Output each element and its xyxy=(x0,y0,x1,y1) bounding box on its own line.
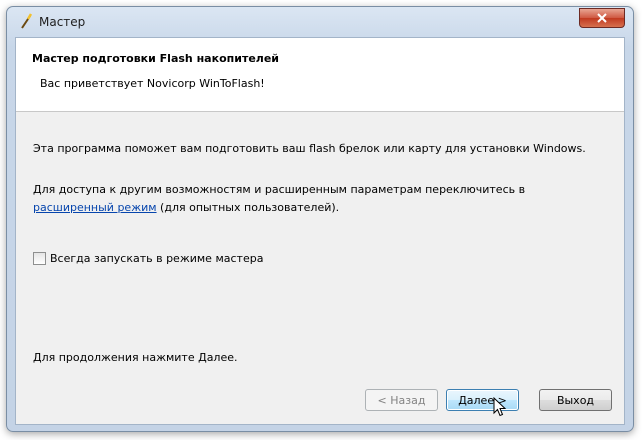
advanced-text-line1: Для доступа к другим возможностям и расш… xyxy=(33,183,526,196)
next-button[interactable]: Далее > xyxy=(446,389,519,411)
always-wizard-label: Всегда запускать в режиме мастера xyxy=(50,252,264,265)
continue-hint: Для продолжения нажмите Далее. xyxy=(33,351,238,364)
advanced-mode-link[interactable]: расширенный режим xyxy=(33,201,157,214)
window-title: Мастер xyxy=(39,15,86,29)
always-wizard-checkbox[interactable] xyxy=(33,252,46,265)
header-subtitle: Вас приветствует Novicorp WinToFlash! xyxy=(40,77,265,90)
always-wizard-option[interactable]: Всегда запускать в режиме мастера xyxy=(33,252,263,265)
advanced-text-line2: расширенный режим (для опытных пользоват… xyxy=(33,201,339,214)
title-bar: Мастер xyxy=(7,7,633,35)
intro-text: Эта программа поможет вам подготовить ва… xyxy=(33,142,586,155)
close-button[interactable] xyxy=(579,8,625,28)
back-button[interactable]: < Назад xyxy=(365,389,438,411)
exit-button[interactable]: Выход xyxy=(539,389,612,411)
wand-icon xyxy=(19,13,33,29)
advanced-text-rest: (для опытных пользователей). xyxy=(156,201,340,214)
wizard-client-area: Мастер подготовки Flash накопителей Вас … xyxy=(15,37,625,425)
header-title: Мастер подготовки Flash накопителей xyxy=(32,52,280,65)
mouse-pointer-icon xyxy=(493,397,507,417)
close-icon xyxy=(597,13,607,23)
wizard-header: Мастер подготовки Flash накопителей Вас … xyxy=(16,38,624,112)
wizard-window: Мастер Мастер подготовки Flash накопител… xyxy=(6,6,634,432)
